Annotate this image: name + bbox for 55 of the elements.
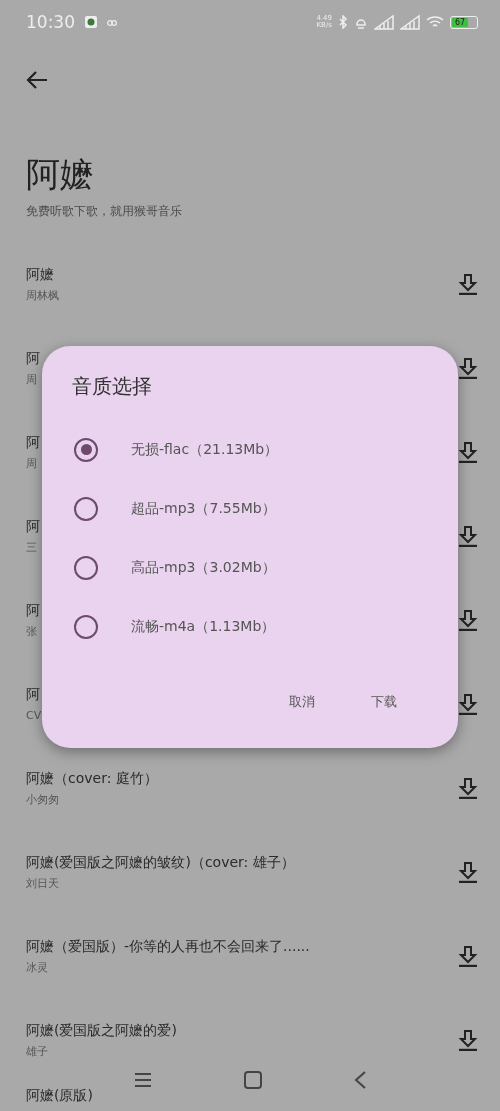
cloud-icon bbox=[107, 18, 117, 26]
song-artist: CV bbox=[26, 708, 42, 724]
download-icon[interactable] bbox=[458, 777, 478, 799]
status-time: 10:30 bbox=[26, 12, 75, 32]
song-artist: 周 bbox=[26, 372, 37, 388]
page-subtitle: 免费听歌下歌，就用猴哥音乐 bbox=[26, 203, 183, 219]
quality-option-label[interactable]: 超品-mp3（7.55Mb） bbox=[131, 499, 276, 518]
download-icon[interactable] bbox=[458, 525, 478, 547]
battery-level: 67 bbox=[452, 17, 469, 27]
download-icon[interactable] bbox=[458, 357, 478, 379]
song-artist: 雄子 bbox=[26, 1044, 48, 1060]
song-artist: 冰灵 bbox=[26, 960, 48, 976]
app-notification-icon bbox=[85, 16, 97, 28]
song-artist: 张 bbox=[26, 624, 37, 640]
back-arrow-icon[interactable] bbox=[26, 70, 48, 90]
song-title: 阿 bbox=[26, 433, 40, 452]
download-icon[interactable] bbox=[458, 945, 478, 967]
bluetooth-icon bbox=[338, 15, 348, 29]
radio-button[interactable] bbox=[74, 437, 98, 462]
song-artist: 周林枫 bbox=[26, 288, 59, 304]
signal-icon bbox=[400, 14, 420, 30]
home-square-icon[interactable] bbox=[244, 1071, 262, 1089]
song-title: 阿嬷(爱国版之阿嬷的皱纹)（cover: 雄子） bbox=[26, 853, 295, 872]
download-icon[interactable] bbox=[458, 693, 478, 715]
menu-icon[interactable] bbox=[134, 1072, 152, 1088]
song-title: 阿嬷(爱国版之阿嬷的爱) bbox=[26, 1021, 177, 1040]
download-icon[interactable] bbox=[458, 1029, 478, 1051]
song-title: 阿嬷 bbox=[26, 265, 54, 284]
download-icon[interactable] bbox=[458, 273, 478, 295]
quality-option-label[interactable]: 流畅-m4a（1.13Mb） bbox=[131, 617, 276, 636]
download-button[interactable]: 下载 bbox=[365, 688, 403, 716]
download-icon[interactable] bbox=[458, 441, 478, 463]
dialog-title: 音质选择 bbox=[72, 373, 153, 400]
song-title: 阿 bbox=[26, 517, 40, 536]
back-icon[interactable] bbox=[354, 1071, 366, 1089]
song-artist: 小匆匆 bbox=[26, 792, 59, 808]
song-title: 阿嬷（cover: 庭竹） bbox=[26, 769, 158, 788]
song-artist: 周 bbox=[26, 456, 37, 472]
radio-button[interactable] bbox=[74, 555, 98, 580]
song-title: 阿 bbox=[26, 685, 40, 704]
radio-button[interactable] bbox=[74, 496, 98, 521]
wifi-icon bbox=[426, 15, 444, 29]
song-artist: 刘日天 bbox=[26, 876, 59, 892]
song-title: 阿 bbox=[26, 601, 40, 620]
page-title: 阿嬷 bbox=[26, 153, 95, 196]
quality-option-label[interactable]: 无损-flac（21.13Mb） bbox=[131, 440, 279, 459]
download-icon[interactable] bbox=[458, 609, 478, 631]
signal-icon bbox=[374, 14, 394, 30]
cancel-button[interactable]: 取消 bbox=[283, 688, 321, 716]
quality-option-label[interactable]: 高品-mp3（3.02Mb） bbox=[131, 558, 276, 577]
download-icon[interactable] bbox=[458, 861, 478, 883]
radio-button[interactable] bbox=[74, 614, 98, 639]
song-title: 阿 bbox=[26, 349, 40, 368]
song-title: 阿嬷(原版) bbox=[26, 1087, 93, 1104]
song-title: 阿嬷（爱国版）-你等的人再也不会回来了...... bbox=[26, 937, 310, 956]
